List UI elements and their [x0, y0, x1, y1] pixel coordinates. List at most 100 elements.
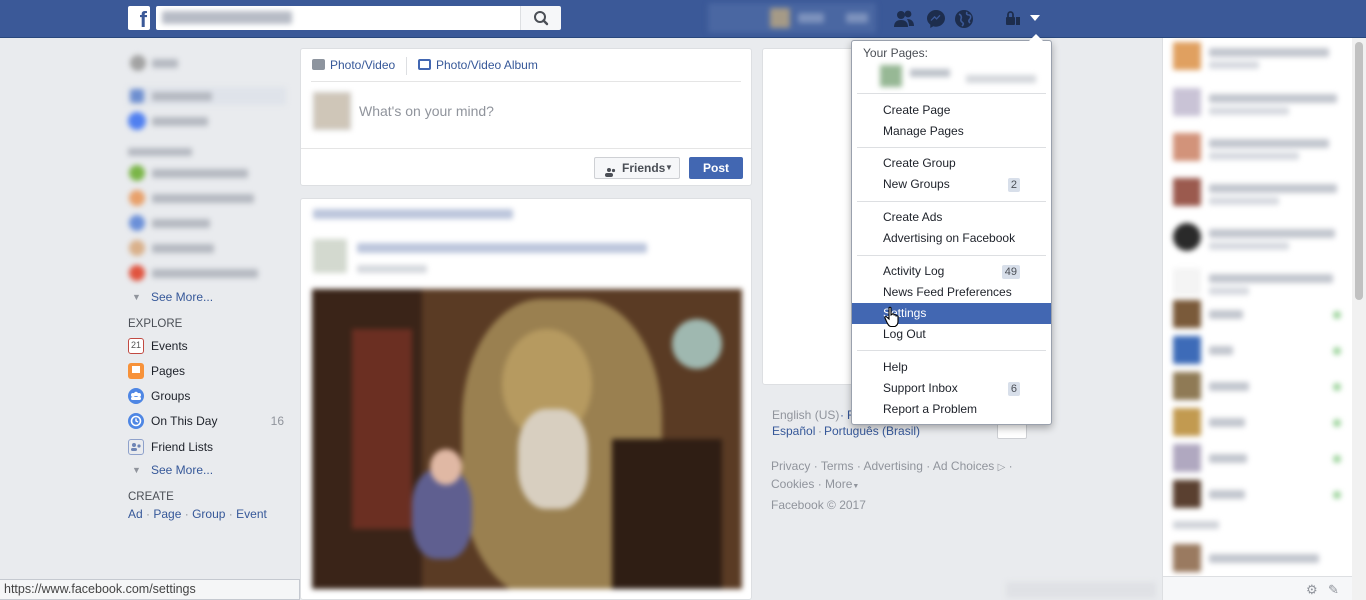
search-button[interactable] [520, 6, 561, 30]
cookies-link[interactable]: Cookies [771, 477, 814, 491]
menu-separator [857, 350, 1046, 351]
friend-list-icon [128, 439, 144, 455]
caret-down-icon: ▼ [852, 483, 860, 490]
chat-contact[interactable] [1173, 268, 1343, 298]
tab-divider [406, 57, 407, 75]
scrollbar-thumb[interactable] [1355, 42, 1363, 300]
menu-separator [857, 201, 1046, 202]
see-more-explore-link[interactable]: ▼ See More... [128, 460, 288, 480]
menu-item-support-inbox[interactable]: Support Inbox 6 [852, 378, 1051, 399]
chat-contact[interactable] [1173, 42, 1343, 72]
chat-search-bar[interactable]: ⚙ ✎ [1163, 576, 1352, 600]
menu-item-label: Activity Log [883, 264, 945, 278]
search-query-redacted [162, 11, 292, 24]
separator: · [818, 424, 822, 438]
separator: · [184, 507, 189, 521]
post-button[interactable]: Post [689, 157, 743, 179]
terms-link[interactable]: Terms [821, 459, 854, 473]
compose-icon[interactable]: ✎ [1328, 582, 1339, 598]
more-link[interactable]: More [825, 477, 852, 491]
privacy-lock-icon[interactable] [1003, 8, 1025, 30]
caret-down-icon: ▼ [665, 163, 673, 172]
chat-contact[interactable] [1173, 223, 1343, 253]
advertising-link[interactable]: Advertising [864, 459, 923, 473]
profile-link-redacted[interactable] [708, 3, 876, 33]
create-group-link[interactable]: Group [192, 507, 225, 521]
menu-item-create-group[interactable]: Create Group [852, 153, 1051, 174]
audience-label: Friends [622, 161, 666, 175]
nav-count: 16 [270, 414, 284, 428]
caret-down-icon[interactable] [1025, 8, 1047, 30]
globe-icon[interactable] [953, 8, 975, 30]
nav-item-groups[interactable]: Groups [128, 386, 288, 406]
menu-item-create-ads[interactable]: Create Ads [852, 207, 1051, 228]
account-menu-dropdown: Your Pages: Create Page Manage Pages Cre… [851, 34, 1052, 425]
friend-requests-icon[interactable] [893, 8, 915, 30]
menu-item-news-feed-preferences[interactable]: News Feed Preferences [852, 282, 1051, 303]
menu-item-new-groups[interactable]: New Groups 2 [852, 174, 1051, 195]
chat-contact[interactable] [1173, 336, 1343, 366]
language-link-pt[interactable]: Português (Brasil) [824, 424, 920, 438]
photo-video-label: Photo/Video [330, 58, 396, 72]
camera-icon [312, 59, 325, 70]
story-photo[interactable] [312, 289, 742, 589]
see-more-label: See More... [151, 463, 214, 477]
search-icon [534, 11, 549, 26]
add-language-button[interactable] [997, 423, 1027, 439]
composer-input[interactable]: What's on your mind? [359, 103, 494, 119]
nav-item-pages[interactable]: Pages [128, 361, 288, 381]
search-input[interactable] [156, 6, 520, 30]
privacy-link[interactable]: Privacy [771, 459, 810, 473]
nav-label: Pages [151, 364, 186, 378]
create-links: Ad · Page · Group · Event [128, 507, 267, 521]
menu-separator [857, 147, 1046, 148]
messenger-icon[interactable] [925, 8, 947, 30]
divider [301, 148, 751, 149]
chat-contact[interactable] [1173, 544, 1343, 574]
current-language: English (US) [772, 408, 840, 422]
chat-contact[interactable] [1173, 480, 1343, 510]
separator: · [817, 477, 822, 491]
menu-separator [857, 93, 1046, 94]
chat-tab-redacted[interactable] [1006, 582, 1156, 598]
chat-contact[interactable] [1173, 133, 1343, 163]
chat-contact[interactable] [1173, 372, 1343, 402]
menu-item-advertising[interactable]: Advertising on Facebook [852, 228, 1051, 249]
ad-choices-link[interactable]: Ad Choices [933, 459, 994, 473]
nav-item-events[interactable]: 21 Events [128, 336, 288, 356]
chat-contact[interactable] [1173, 88, 1343, 118]
divider [311, 81, 741, 82]
post-composer: Photo/Video Photo/Video Album What's on … [300, 48, 752, 186]
menu-item-settings[interactable]: Settings [852, 303, 1051, 324]
expand-triangle-icon: ▼ [132, 292, 141, 302]
audience-selector[interactable]: Friends ▼ [594, 157, 680, 179]
separator: · [926, 459, 931, 473]
separator: · [840, 408, 844, 422]
page-scrollbar[interactable] [1352, 38, 1366, 600]
chat-contact[interactable] [1173, 408, 1343, 438]
nav-label: Groups [151, 389, 191, 403]
chat-contact[interactable] [1173, 300, 1343, 330]
chat-contact[interactable] [1173, 444, 1343, 474]
owned-page-redacted[interactable] [878, 65, 1048, 89]
see-more-label: See More... [151, 290, 214, 304]
language-link-es[interactable]: Español [772, 424, 815, 438]
menu-item-log-out[interactable]: Log Out [852, 324, 1051, 345]
menu-item-manage-pages[interactable]: Manage Pages [852, 121, 1051, 142]
menu-item-activity-log[interactable]: Activity Log 49 [852, 261, 1051, 282]
see-more-shortcuts-link[interactable]: ▼ See More... [128, 287, 288, 307]
create-ad-link[interactable]: Ad [128, 507, 143, 521]
menu-item-report-problem[interactable]: Report a Problem [852, 399, 1051, 420]
chat-contact[interactable] [1173, 178, 1343, 208]
nav-item-friend-lists[interactable]: Friend Lists [128, 437, 288, 457]
facebook-logo[interactable]: f [128, 6, 150, 30]
menu-item-create-page[interactable]: Create Page [852, 100, 1051, 121]
nav-item-on-this-day[interactable]: On This Day 16 [128, 411, 288, 431]
create-event-link[interactable]: Event [236, 507, 267, 521]
separator: · [813, 459, 818, 473]
menu-item-label: New Groups [883, 177, 950, 191]
gear-icon[interactable]: ⚙ [1306, 582, 1318, 598]
menu-item-help[interactable]: Help [852, 357, 1051, 378]
create-page-link[interactable]: Page [153, 507, 181, 521]
nav-label: Friend Lists [151, 440, 214, 454]
